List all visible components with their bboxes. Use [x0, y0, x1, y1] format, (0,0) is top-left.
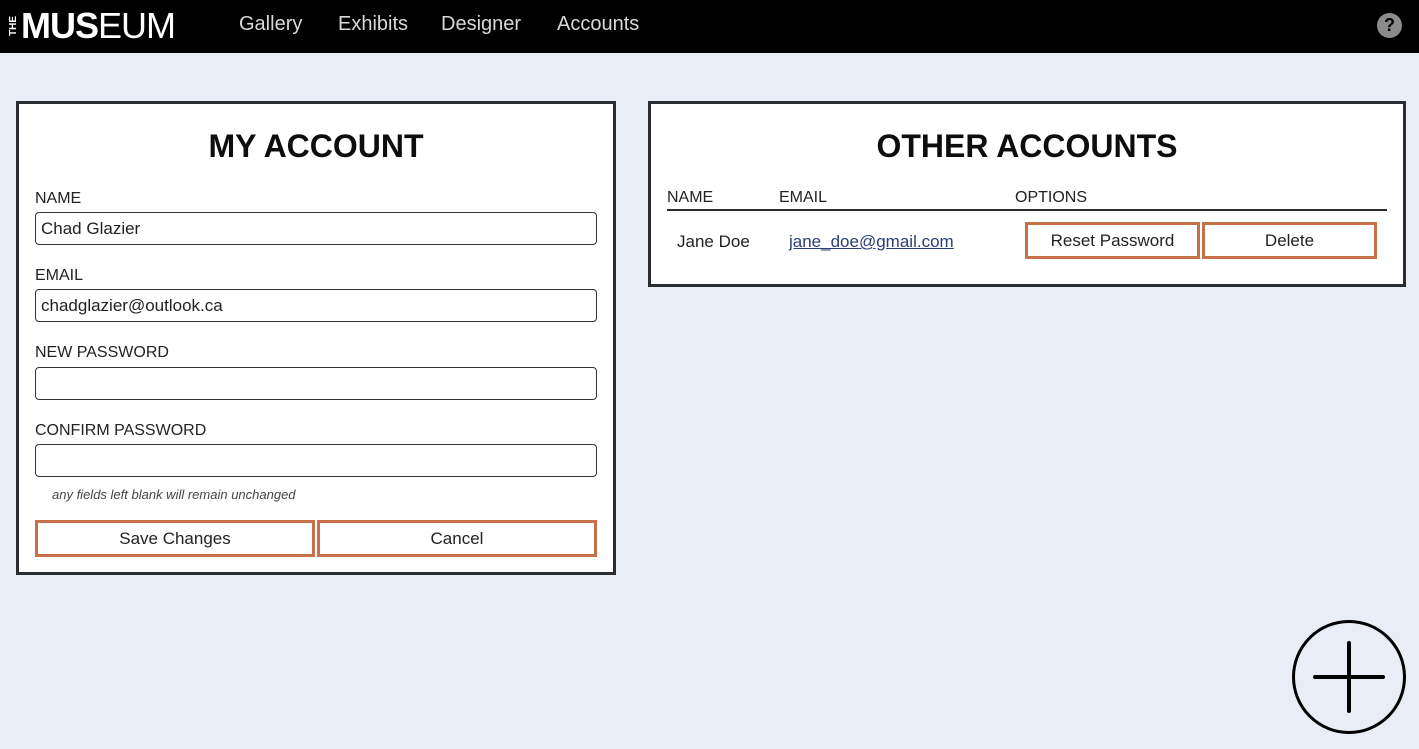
column-header-name: NAME [667, 189, 714, 206]
other-accounts-panel: OTHER ACCOUNTS NAME EMAIL OPTIONS Jane D… [648, 101, 1406, 287]
my-account-panel: MY ACCOUNT NAME EMAIL NEW PASSWORD CONFI… [16, 101, 616, 575]
name-field[interactable] [35, 212, 597, 245]
nav-accounts[interactable]: Accounts [557, 13, 639, 36]
new-password-field[interactable] [35, 367, 597, 400]
column-header-email: EMAIL [779, 189, 828, 206]
reset-password-button[interactable]: Reset Password [1025, 222, 1200, 259]
nav-gallery[interactable]: Gallery [239, 13, 302, 36]
logo-wordmark-light: EUM [98, 5, 176, 46]
table-header-divider [667, 209, 1387, 211]
nav-designer[interactable]: Designer [441, 13, 521, 36]
logo-wordmark: MUSEUM [21, 5, 176, 46]
save-changes-button[interactable]: Save Changes [35, 520, 315, 557]
column-header-options: OPTIONS [1015, 189, 1088, 206]
logo-wordmark-bold: MUS [21, 5, 99, 46]
email-field[interactable] [35, 289, 597, 322]
museum-logo[interactable]: THE MUSEUM [8, 5, 176, 46]
top-navigation-bar: THE MUSEUM Gallery Exhibits Designer Acc… [0, 0, 1419, 53]
my-account-title: MY ACCOUNT [208, 128, 424, 164]
new-password-label: NEW PASSWORD [35, 344, 169, 361]
account-email-cell: jane_doe@gmail.com [789, 232, 954, 252]
blank-fields-hint: any fields left blank will remain unchan… [52, 487, 296, 502]
confirm-password-label: CONFIRM PASSWORD [35, 422, 207, 439]
logo-the-text: THE [8, 16, 19, 36]
account-name-cell: Jane Doe [677, 232, 750, 251]
confirm-password-field[interactable] [35, 444, 597, 477]
other-accounts-title: OTHER ACCOUNTS [876, 128, 1178, 164]
email-label: EMAIL [35, 267, 84, 284]
help-icon[interactable]: ? [1377, 13, 1402, 38]
delete-account-button[interactable]: Delete [1202, 222, 1377, 259]
account-email-link[interactable]: jane_doe@gmail.com [789, 232, 954, 251]
nav-exhibits[interactable]: Exhibits [338, 13, 408, 36]
add-account-button[interactable] [1292, 620, 1406, 734]
plus-icon [1313, 641, 1385, 713]
cancel-button[interactable]: Cancel [317, 520, 597, 557]
name-label: NAME [35, 190, 82, 207]
